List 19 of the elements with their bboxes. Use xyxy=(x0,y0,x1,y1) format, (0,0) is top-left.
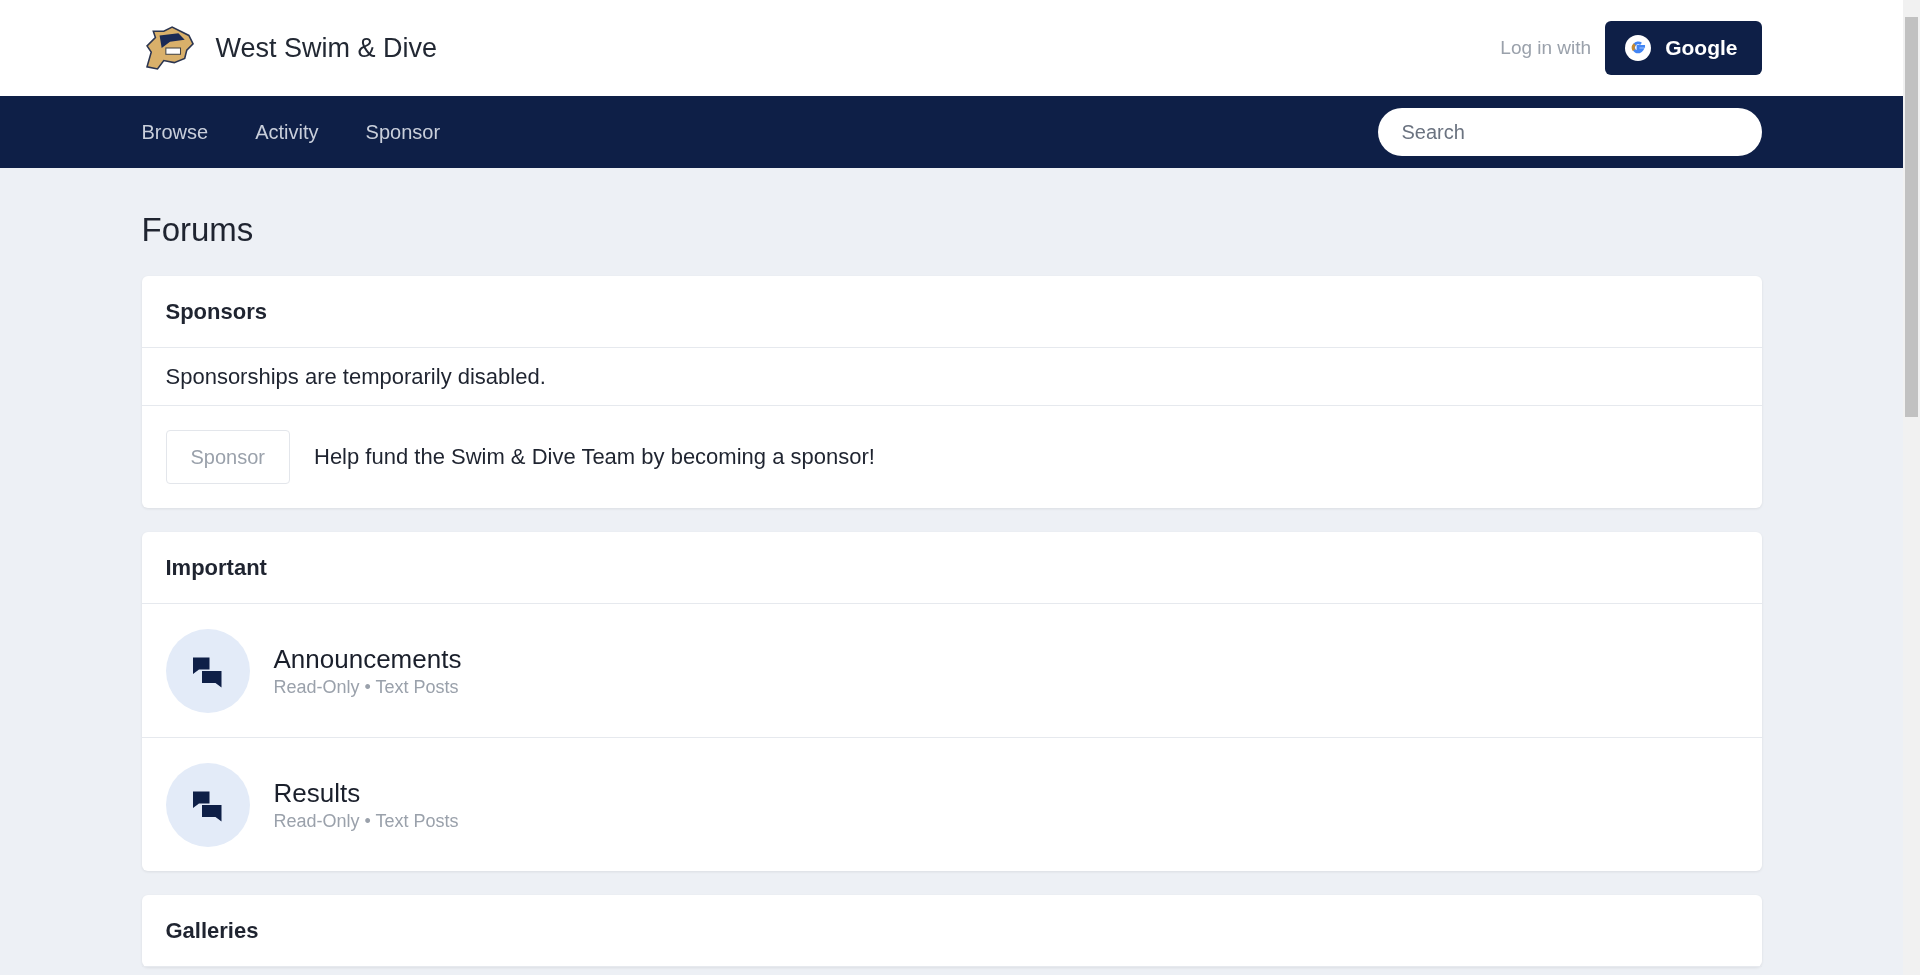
sponsor-description: Help fund the Swim & Dive Team by becoming a sponsor! xyxy=(314,444,875,470)
nav-link[interactable]: Activity xyxy=(255,120,319,144)
section-heading: Important xyxy=(141,532,1762,604)
google-logo-icon xyxy=(1625,35,1652,61)
google-login-button[interactable]: Google xyxy=(1605,21,1762,75)
section-heading: Galleries xyxy=(141,895,1762,967)
site-title[interactable]: West Swim & Dive xyxy=(215,32,438,64)
login-label: Log in with xyxy=(1500,37,1592,59)
forum-meta: Read-Only • Text Posts xyxy=(273,676,460,698)
forum-meta: Read-Only • Text Posts xyxy=(273,810,459,832)
forum-link[interactable]: Results xyxy=(273,777,459,809)
nav-link[interactable]: Browse xyxy=(141,120,209,144)
nav-link[interactable]: Sponsor xyxy=(365,120,441,144)
forum-link[interactable]: Announcements xyxy=(273,643,462,675)
search-field[interactable]: Search xyxy=(1377,108,1762,156)
notice-text: Sponsorships are temporarily disabled. xyxy=(141,348,1762,406)
scrollbar[interactable] xyxy=(1903,0,1920,975)
section-heading: Sponsors xyxy=(141,276,1762,348)
page-title: Forums xyxy=(141,210,255,250)
